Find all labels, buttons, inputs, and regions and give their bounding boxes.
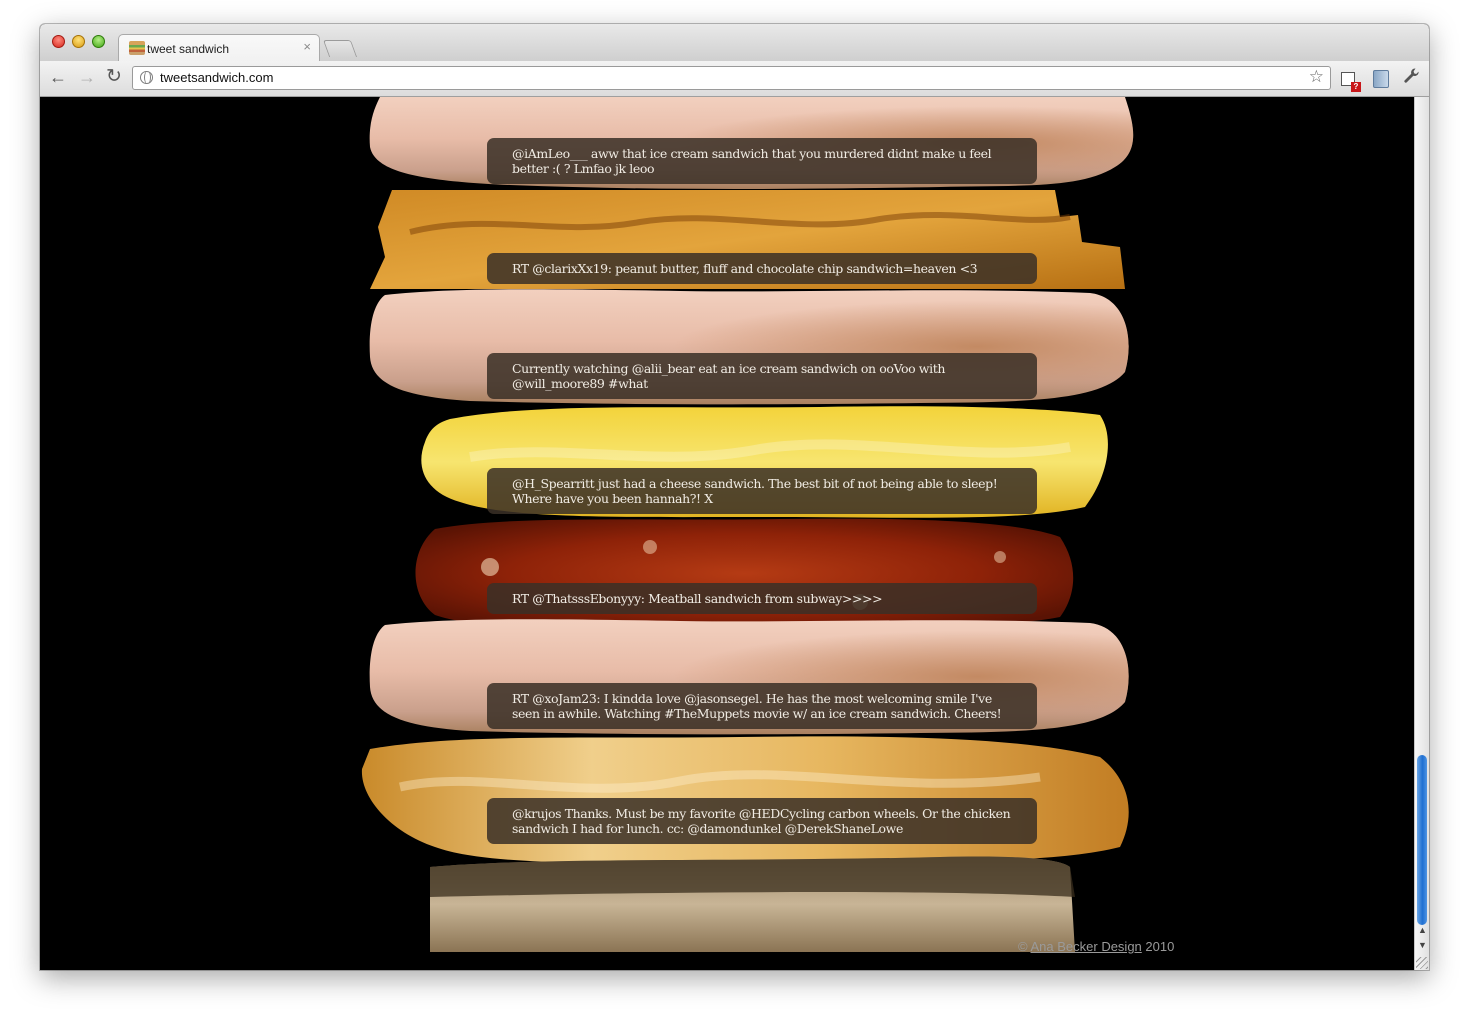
copyright-year: 2010 <box>1145 939 1175 954</box>
address-bar[interactable]: tweetsandwich.com ☆ <box>132 66 1331 90</box>
page-viewport: @iAmLeo___ aww that ice cream sandwich t… <box>40 97 1414 970</box>
scroll-down-icon[interactable]: ▼ <box>1418 940 1427 950</box>
tweet-text: RT @xoJam23: I kindda love @jasonsegel. … <box>512 691 1002 721</box>
tweet-text: @iAmLeo___ aww that ice cream sandwich t… <box>512 146 992 176</box>
scrollbar-thumb[interactable] <box>1417 755 1427 925</box>
minimize-window-button[interactable] <box>72 35 85 48</box>
tweet-bubble: @krujos Thanks. Must be my favorite @HED… <box>487 798 1037 844</box>
resize-grip-icon[interactable] <box>1416 957 1428 969</box>
page-action-icon[interactable]: ? <box>1341 72 1361 92</box>
tweet-text: Currently watching @alii_bear eat an ice… <box>512 361 945 391</box>
new-tab-button[interactable] <box>322 40 358 57</box>
tweet-text: RT @ThatsssEbonyyy: Meatball sandwich fr… <box>512 591 883 606</box>
zoom-window-button[interactable] <box>92 35 105 48</box>
tweet-bubble: RT @xoJam23: I kindda love @jasonsegel. … <box>487 683 1037 729</box>
tab-tweet-sandwich[interactable]: tweet sandwich × <box>118 34 320 62</box>
copyright-symbol: © <box>1018 939 1028 954</box>
tab-close-icon[interactable]: × <box>303 40 311 54</box>
globe-icon <box>140 71 153 84</box>
tweet-bubble: Currently watching @alii_bear eat an ice… <box>487 353 1037 399</box>
tab-strip: tweet sandwich × <box>40 24 1429 62</box>
tweet-text: RT @clarixXx19: peanut butter, fluff and… <box>512 261 978 276</box>
tweet-text: @krujos Thanks. Must be my favorite @HED… <box>512 806 1011 836</box>
sandwich-favicon-icon <box>129 41 145 55</box>
footer-credit: © Ana Becker Design 2010 <box>1018 939 1174 954</box>
author-link[interactable]: Ana Becker Design <box>1031 939 1142 954</box>
browser-window: tweet sandwich × ← → ↻ tweetsandwich.com… <box>40 24 1429 970</box>
scroll-up-icon[interactable]: ▲ <box>1418 925 1427 935</box>
reload-icon[interactable]: ↻ <box>106 66 122 88</box>
tweet-bubble: RT @ThatsssEbonyyy: Meatball sandwich fr… <box>487 583 1037 614</box>
back-arrow-icon[interactable]: ← <box>49 66 67 88</box>
tweet-text: @H_Spearritt just had a cheese sandwich.… <box>512 476 998 506</box>
tweet-bubble: @iAmLeo___ aww that ice cream sandwich t… <box>487 138 1037 184</box>
tab-title: tweet sandwich <box>147 42 230 56</box>
close-window-button[interactable] <box>52 35 65 48</box>
tweet-bubble: RT @clarixXx19: peanut butter, fluff and… <box>487 253 1037 284</box>
extension-badge: ? <box>1351 82 1361 92</box>
bottom-bread-slice <box>430 856 1075 952</box>
tweet-bubble: @H_Spearritt just had a cheese sandwich.… <box>487 468 1037 514</box>
vertical-scrollbar[interactable]: ▲ ▼ <box>1414 97 1429 970</box>
forward-arrow-icon[interactable]: → <box>78 66 96 88</box>
browser-toolbar: ← → ↻ tweetsandwich.com ☆ ? <box>40 61 1429 97</box>
wrench-menu-icon[interactable] <box>1403 67 1421 85</box>
url-text[interactable]: tweetsandwich.com <box>160 70 273 85</box>
bookmarks-icon[interactable] <box>1373 70 1389 88</box>
bookmark-star-icon[interactable]: ☆ <box>1309 67 1324 87</box>
